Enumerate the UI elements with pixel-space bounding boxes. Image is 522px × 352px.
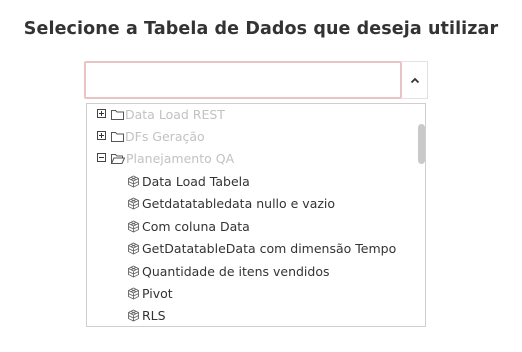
- cube-icon: [128, 197, 139, 210]
- page-title: Selecione a Tabela de Dados que deseja u…: [23, 19, 499, 39]
- tree-category-label: Data Load REST: [125, 107, 225, 122]
- cube-icon: [128, 220, 139, 233]
- tree-item-label: Com coluna Data: [142, 219, 250, 234]
- tree-item-label: Data Load Tabela: [142, 174, 250, 189]
- tree-item-label: Getdatatabledata nullo e vazio: [142, 196, 336, 211]
- tree-item[interactable]: Com coluna Data: [87, 216, 412, 238]
- tree-item[interactable]: GetDatatableData com dimensão Tempo: [87, 238, 412, 260]
- tree-item[interactable]: Quantidade de itens vendidos: [87, 261, 412, 283]
- cube-icon: [128, 175, 139, 188]
- cube-icon: [128, 287, 139, 300]
- tree-item-label: Pivot: [142, 286, 173, 301]
- collapse-minus-icon[interactable]: [97, 153, 106, 162]
- folder-icon: [111, 110, 124, 120]
- tree-category-planejamento-qa[interactable]: Planejamento QA: [87, 148, 412, 170]
- tree-category-label: Planejamento QA: [126, 151, 235, 166]
- tree-category-data-load-rest[interactable]: Data Load REST: [87, 104, 412, 126]
- tree-item[interactable]: Pivot: [87, 283, 412, 305]
- tree-item[interactable]: RLS: [87, 305, 412, 326]
- cube-icon: [128, 242, 139, 255]
- expand-plus-icon[interactable]: [97, 131, 106, 140]
- folder-icon: [111, 132, 124, 142]
- tree-category-label: DFs Geração: [125, 129, 205, 144]
- table-select[interactable]: [84, 61, 428, 99]
- cube-icon: [128, 265, 139, 278]
- tree-item-label: GetDatatableData com dimensão Tempo: [142, 241, 397, 256]
- tree-item[interactable]: Getdatatabledata nullo e vazio: [87, 193, 412, 215]
- tree-item-label: RLS: [142, 308, 166, 323]
- expand-plus-icon[interactable]: [97, 109, 106, 118]
- dropdown-tree[interactable]: Data Load REST DFs Geração Planejamento …: [86, 103, 426, 327]
- folder-open-icon: [111, 154, 125, 164]
- tree-item[interactable]: Data Load Tabela: [87, 171, 412, 193]
- chevron-up-icon: [410, 77, 420, 84]
- cube-icon: [128, 309, 139, 322]
- tree-item-label: Quantidade de itens vendidos: [142, 264, 330, 279]
- tree-category-dfs-geracao[interactable]: DFs Geração: [87, 126, 412, 148]
- select-toggle-button[interactable]: [402, 61, 428, 99]
- scrollbar-thumb[interactable]: [418, 124, 425, 164]
- select-input[interactable]: [84, 61, 402, 99]
